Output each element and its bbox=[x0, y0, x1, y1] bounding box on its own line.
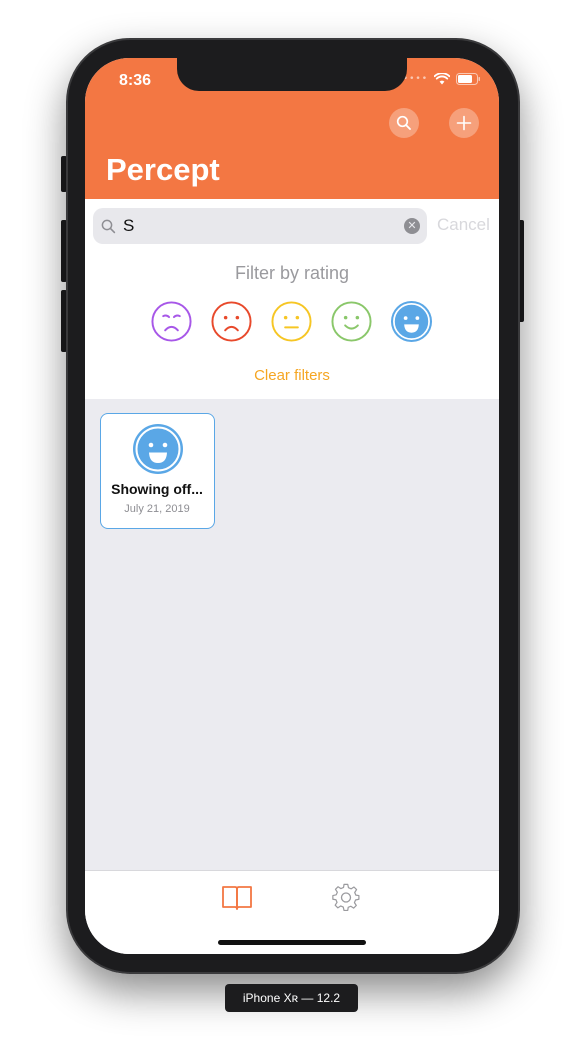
tab-journal[interactable] bbox=[220, 881, 254, 915]
clear-filters-button[interactable]: Clear filters bbox=[85, 367, 499, 384]
home-indicator[interactable] bbox=[218, 940, 366, 945]
status-time: 8:36 bbox=[119, 72, 152, 89]
cancel-button[interactable]: Cancel bbox=[437, 215, 490, 235]
screen: 8:36 •••• Percept S ✕ Cancel Filter by r… bbox=[85, 58, 499, 954]
very-happy-face-icon[interactable] bbox=[390, 300, 433, 343]
neutral-face-icon[interactable] bbox=[270, 300, 313, 343]
signal-icon: •••• bbox=[402, 74, 428, 84]
entry-date: July 21, 2019 bbox=[124, 503, 190, 515]
page-title: Percept bbox=[106, 152, 220, 187]
search-field-icon bbox=[101, 219, 116, 234]
wifi-icon bbox=[434, 73, 450, 85]
entry-card[interactable]: Showing off... July 21, 2019 bbox=[100, 413, 215, 529]
notch bbox=[177, 58, 407, 91]
entry-title: Showing off... bbox=[111, 481, 203, 497]
tab-settings[interactable] bbox=[329, 881, 363, 915]
search-filter-panel: S ✕ Cancel Filter by rating Clear filter… bbox=[85, 199, 499, 399]
happy-face-icon[interactable] bbox=[330, 300, 373, 343]
search-icon bbox=[396, 115, 411, 130]
clear-search-icon[interactable]: ✕ bbox=[404, 218, 420, 234]
plus-icon bbox=[456, 115, 472, 131]
book-icon bbox=[222, 886, 252, 910]
add-entry-button[interactable] bbox=[449, 108, 479, 138]
status-icons: •••• bbox=[403, 73, 481, 85]
very-sad-face-icon[interactable] bbox=[150, 300, 193, 343]
sad-face-icon[interactable] bbox=[210, 300, 253, 343]
search-value: S bbox=[123, 216, 135, 235]
very-happy-face-icon bbox=[133, 424, 183, 474]
device-label: iPhone Xʀ — 12.2 bbox=[225, 984, 358, 1012]
search-input[interactable]: S ✕ bbox=[93, 208, 427, 244]
gear-icon bbox=[332, 883, 360, 912]
battery-icon bbox=[456, 73, 480, 85]
rating-filter-row bbox=[150, 300, 433, 343]
search-button[interactable] bbox=[389, 108, 419, 138]
filter-label: Filter by rating bbox=[234, 263, 350, 283]
